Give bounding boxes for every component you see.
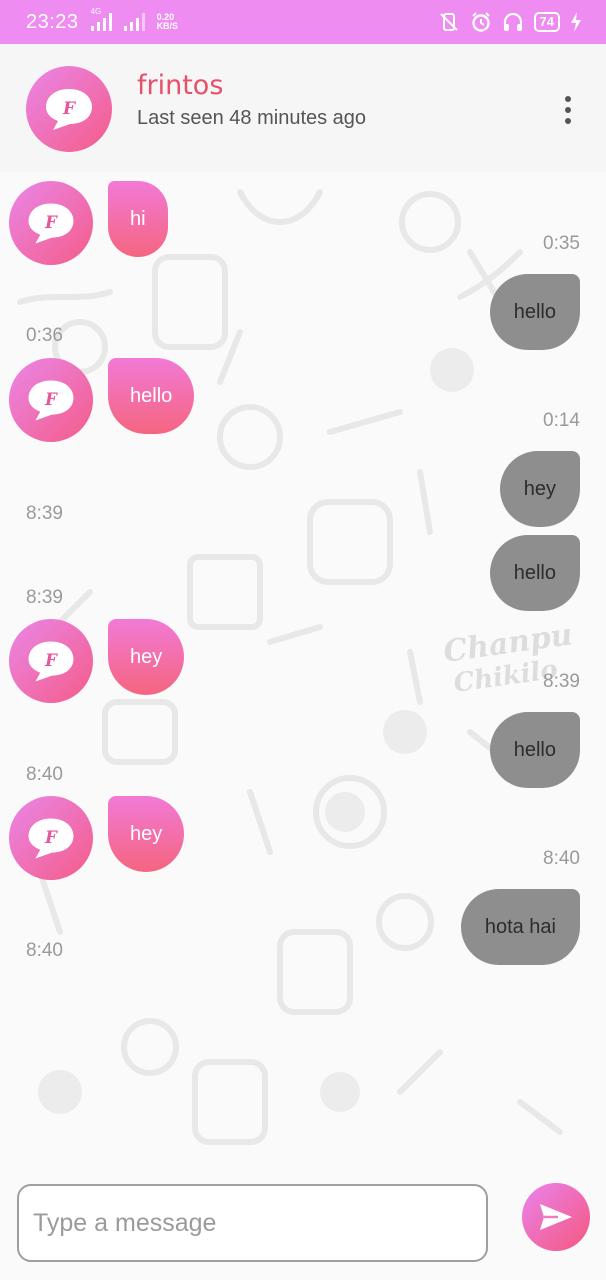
logo-icon: F bbox=[9, 358, 93, 442]
contact-name[interactable]: frintos bbox=[137, 70, 223, 101]
message-input[interactable] bbox=[17, 1184, 488, 1262]
sender-avatar[interactable]: F bbox=[9, 619, 93, 703]
message-timestamp: 8:39 bbox=[26, 587, 63, 608]
svg-text:F: F bbox=[44, 827, 58, 847]
status-left: 23:23 4G 0.20 KB/S bbox=[26, 7, 179, 34]
logo-icon: F bbox=[9, 619, 93, 703]
svg-text:F: F bbox=[44, 650, 58, 670]
send-button[interactable] bbox=[522, 1183, 590, 1251]
status-right: 74 bbox=[438, 11, 582, 33]
svg-text:F: F bbox=[44, 212, 58, 232]
message-bubble-incoming[interactable]: hey bbox=[108, 619, 185, 695]
message-timestamp: 8:39 bbox=[543, 671, 580, 692]
message-timestamp: 0:36 bbox=[26, 325, 63, 346]
network-type: 4G bbox=[90, 7, 102, 16]
network-speed-unit: KB/S bbox=[156, 21, 179, 31]
message-bubble-incoming[interactable]: hey bbox=[108, 796, 185, 872]
network-speed: 0.20 KB/S bbox=[157, 13, 179, 31]
message-timestamp: 8:40 bbox=[26, 764, 63, 785]
message-timestamp: 8:40 bbox=[543, 848, 580, 869]
signal-2-icon bbox=[123, 13, 145, 31]
message-timestamp: 0:35 bbox=[543, 233, 580, 254]
message-bubble-incoming[interactable]: hello bbox=[108, 358, 195, 434]
sender-avatar[interactable]: F bbox=[9, 181, 93, 265]
more-vertical-icon[interactable] bbox=[556, 92, 580, 128]
message-timestamp: 0:14 bbox=[543, 410, 580, 431]
message-bubble-outgoing[interactable]: hota hai bbox=[460, 889, 580, 965]
contact-avatar[interactable]: F bbox=[26, 66, 112, 152]
status-time: 23:23 bbox=[26, 10, 79, 33]
alarm-icon bbox=[470, 11, 492, 33]
chat-area[interactable]: Chanpu Chikilo F hi 0:35 hello 0:36 F he… bbox=[0, 172, 606, 1172]
charging-icon bbox=[570, 11, 582, 33]
chat-header: F frintos Last seen 48 minutes ago bbox=[0, 44, 606, 172]
logo-icon: F bbox=[9, 181, 93, 265]
svg-text:F: F bbox=[62, 99, 77, 119]
svg-text:F: F bbox=[44, 389, 58, 409]
message-timestamp: 8:39 bbox=[26, 503, 63, 524]
composer-bar bbox=[0, 1172, 606, 1280]
logo-icon: F bbox=[26, 66, 112, 152]
battery-level: 74 bbox=[533, 12, 560, 32]
sender-avatar[interactable]: F bbox=[9, 358, 93, 442]
headphones-icon bbox=[502, 11, 524, 33]
status-bar: 23:23 4G 0.20 KB/S 74 bbox=[0, 0, 606, 44]
last-seen-status: Last seen 48 minutes ago bbox=[137, 107, 367, 129]
vibrate-off-icon bbox=[438, 11, 460, 33]
message-bubble-outgoing[interactable]: hello bbox=[489, 274, 580, 350]
message-bubble-incoming[interactable]: hi bbox=[108, 181, 168, 257]
message-bubble-outgoing[interactable]: hello bbox=[489, 535, 580, 611]
logo-icon: F bbox=[9, 796, 93, 880]
message-timestamp: 8:40 bbox=[26, 940, 63, 961]
send-icon bbox=[540, 1204, 572, 1230]
message-bubble-outgoing[interactable]: hey bbox=[499, 451, 580, 527]
sender-avatar[interactable]: F bbox=[9, 796, 93, 880]
message-bubble-outgoing[interactable]: hello bbox=[489, 712, 580, 788]
signal-1-icon: 4G bbox=[90, 7, 112, 31]
